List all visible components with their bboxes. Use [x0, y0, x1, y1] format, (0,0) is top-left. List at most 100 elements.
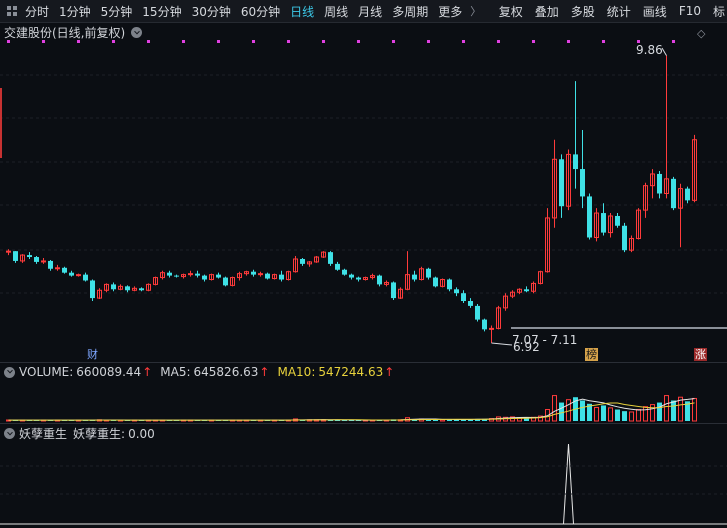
candle-body	[349, 274, 354, 278]
signal-marker	[322, 40, 325, 43]
signal-marker	[672, 40, 675, 43]
volume-bar	[643, 406, 648, 422]
signal-marker	[77, 40, 80, 43]
candle-body	[580, 169, 585, 197]
ma5-label: MA5:	[160, 365, 191, 379]
panel-divider	[0, 423, 727, 424]
candle-body	[489, 327, 494, 330]
candle-body	[111, 284, 116, 290]
dragon-tiger-list-badge[interactable]: 榜	[585, 348, 598, 361]
volume-bar	[650, 404, 655, 422]
candle-body	[657, 173, 662, 194]
indicator-name: 妖孽重生	[19, 427, 68, 441]
candle-body	[300, 258, 305, 264]
signal-marker	[427, 40, 430, 43]
indicator-spike	[563, 443, 574, 525]
candle-body	[461, 293, 466, 302]
volume-bar	[636, 409, 641, 422]
volume-header: VOLUME: 660089.44 ↑ MA5: 645826.63 ↑ MA1…	[4, 365, 394, 379]
candle-body	[174, 275, 179, 277]
indicator-value: 0.00	[128, 426, 155, 441]
signal-marker	[7, 40, 10, 43]
signal-marker	[147, 40, 150, 43]
candle-body	[251, 271, 256, 275]
indicator-value-label: 妖孽重生:	[73, 427, 126, 441]
chevron-down-icon[interactable]	[4, 366, 15, 378]
volume-bar	[671, 400, 676, 421]
candle-body	[195, 273, 200, 276]
limit-up-badge[interactable]: 涨	[694, 348, 707, 361]
candle-body	[482, 319, 487, 330]
kline-chart	[0, 40, 727, 525]
candle-body	[433, 277, 438, 287]
candle-body	[524, 289, 529, 292]
signal-marker	[357, 40, 360, 43]
volume-bar	[608, 407, 613, 422]
candle-body	[454, 289, 459, 294]
financial-report-badge[interactable]: 财	[86, 348, 99, 361]
volume-bar	[580, 400, 585, 421]
candle-body	[412, 274, 417, 280]
candle-body	[475, 305, 480, 320]
candle-body	[139, 288, 144, 291]
ma10-label: MA10:	[277, 365, 316, 379]
candle-body	[335, 263, 340, 270]
signal-marker	[182, 40, 185, 43]
candle-body	[258, 273, 263, 276]
candle-body	[48, 260, 53, 269]
signal-marker	[252, 40, 255, 43]
ma5-up-arrow: ↑	[259, 365, 270, 379]
signal-marker	[392, 40, 395, 43]
signal-marker	[112, 40, 115, 43]
signal-marker	[217, 40, 220, 43]
signal-marker	[497, 40, 500, 43]
panel-divider	[0, 362, 727, 363]
indicator-header: 妖孽重生 妖孽重生: 0.00	[4, 425, 155, 442]
signal-marker	[567, 40, 570, 43]
candle-body	[90, 280, 95, 299]
signal-marker	[42, 40, 45, 43]
low-price-label: 6.92	[513, 340, 540, 354]
candle-body	[34, 257, 39, 262]
volume-bar	[629, 411, 634, 422]
candle-body	[62, 267, 67, 273]
candle-body	[342, 269, 347, 275]
volume-value: 660089.44	[76, 365, 142, 379]
candle-body	[468, 301, 473, 306]
volume-bar	[692, 397, 697, 422]
diamond-icon[interactable]: ◇	[697, 27, 705, 40]
volume-bar	[657, 402, 662, 421]
volume-bar	[559, 402, 564, 421]
candle-body	[279, 274, 284, 280]
volume-up-arrow: ↑	[142, 365, 153, 379]
volume-bar	[601, 405, 606, 421]
candle-body	[615, 215, 620, 226]
candle-body	[265, 273, 270, 279]
candle-body	[328, 252, 333, 264]
candle-body	[69, 272, 74, 276]
candle-body	[426, 268, 431, 278]
volume-bar	[552, 395, 557, 422]
signal-marker	[602, 40, 605, 43]
candle-body	[27, 255, 32, 258]
candle-body	[223, 277, 228, 286]
volume-bar	[440, 419, 445, 422]
high-price-label: 9.86	[636, 43, 663, 57]
volume-bar	[594, 406, 599, 422]
candle-body	[447, 279, 452, 290]
candle-body	[587, 196, 592, 238]
low-pointer	[491, 342, 513, 346]
signal-marker	[532, 40, 535, 43]
ma10-value: 547244.63	[318, 365, 384, 379]
candle-body	[601, 213, 606, 233]
candle-body	[377, 275, 382, 285]
axis-marker	[0, 88, 2, 158]
candle-body	[202, 275, 207, 280]
candle-body	[391, 282, 396, 299]
candle-body	[573, 154, 578, 170]
volume-bar	[615, 409, 620, 421]
chevron-down-icon[interactable]	[4, 428, 15, 439]
candle-body	[188, 273, 193, 276]
candle-body	[13, 251, 18, 261]
signal-marker	[462, 40, 465, 43]
